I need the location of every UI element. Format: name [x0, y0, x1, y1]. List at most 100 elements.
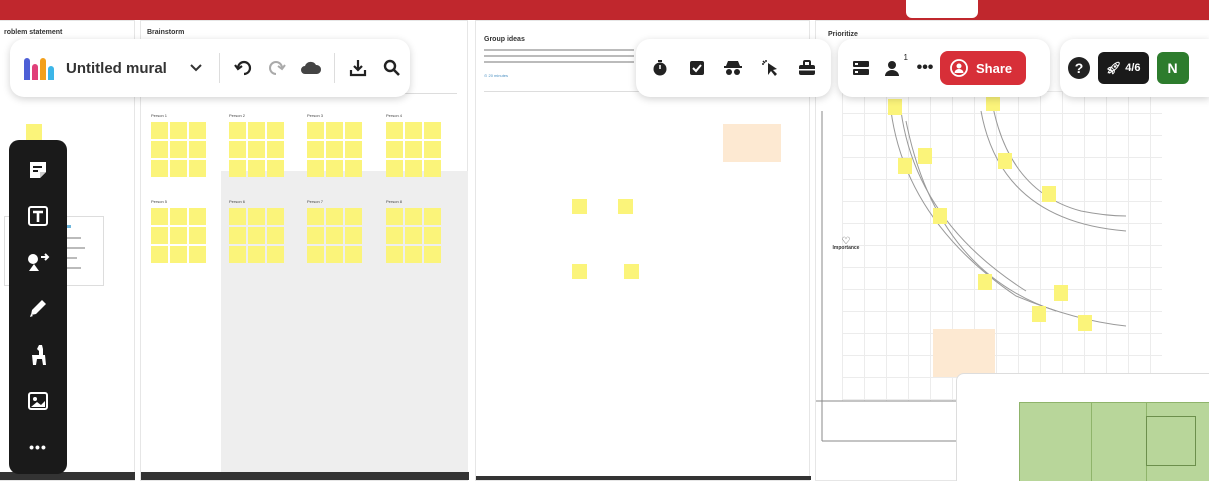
sticky-note[interactable]: [229, 122, 246, 139]
sticky-note[interactable]: [386, 227, 403, 244]
sticky-note[interactable]: [345, 141, 362, 158]
sticky-note[interactable]: [151, 122, 168, 139]
sticky-note[interactable]: [424, 227, 441, 244]
sticky-note[interactable]: [229, 246, 246, 263]
sticky-note[interactable]: [307, 246, 324, 263]
sticky-note[interactable]: [267, 227, 284, 244]
sticky-note[interactable]: [326, 227, 343, 244]
sticky-note[interactable]: [986, 95, 1000, 111]
sticky-note[interactable]: [933, 208, 947, 224]
sticky-note[interactable]: [1054, 285, 1068, 301]
sticky-note[interactable]: [424, 122, 441, 139]
sticky-note[interactable]: [386, 141, 403, 158]
chevron-down-icon[interactable]: [179, 51, 213, 85]
sticky-note[interactable]: [151, 246, 168, 263]
sticky-note[interactable]: [424, 160, 441, 177]
sticky-note[interactable]: [624, 264, 639, 279]
sticky-note[interactable]: [229, 160, 246, 177]
sticky-note[interactable]: [267, 141, 284, 158]
sticky-note[interactable]: [405, 141, 422, 158]
top-banner-tab[interactable]: [906, 0, 978, 18]
user-avatar[interactable]: N: [1156, 52, 1189, 84]
undo-icon[interactable]: [226, 51, 260, 85]
redo-icon[interactable]: [260, 51, 294, 85]
sticky-note[interactable]: [151, 208, 168, 225]
sticky-note[interactable]: [189, 227, 206, 244]
export-icon[interactable]: [341, 51, 375, 85]
sticky-note[interactable]: [151, 227, 168, 244]
sticky-note[interactable]: [267, 208, 284, 225]
sticky-note[interactable]: [898, 158, 912, 174]
more-tools-icon[interactable]: •••: [18, 428, 58, 467]
sticky-note[interactable]: [326, 122, 343, 139]
sticky-note[interactable]: [345, 208, 362, 225]
sticky-note[interactable]: [345, 227, 362, 244]
sticky-note[interactable]: [424, 208, 441, 225]
sticky-note[interactable]: [189, 208, 206, 225]
onboarding-progress-button[interactable]: 🚀︎ 4/6: [1098, 52, 1149, 84]
templates-llama-icon[interactable]: [18, 335, 58, 374]
shapes-connectors-icon[interactable]: [18, 243, 58, 282]
sticky-note-icon[interactable]: [18, 150, 58, 189]
sticky-note[interactable]: [386, 246, 403, 263]
sticky-note[interactable]: [405, 246, 422, 263]
sticky-note[interactable]: [998, 153, 1012, 169]
collaborators-button[interactable]: 1: [876, 51, 910, 85]
sticky-note[interactable]: [307, 122, 324, 139]
sticky-note[interactable]: [170, 141, 187, 158]
sticky-note[interactable]: [267, 160, 284, 177]
sticky-note[interactable]: [189, 122, 206, 139]
sticky-note[interactable]: [170, 160, 187, 177]
sticky-note[interactable]: [170, 208, 187, 225]
sticky-note[interactable]: [326, 141, 343, 158]
sticky-note[interactable]: [307, 160, 324, 177]
sticky-note[interactable]: [189, 160, 206, 177]
sticky-note[interactable]: [170, 227, 187, 244]
sticky-note[interactable]: [26, 124, 42, 140]
sticky-note[interactable]: [978, 274, 992, 290]
sticky-note[interactable]: [345, 160, 362, 177]
sticky-note[interactable]: [345, 246, 362, 263]
sticky-note[interactable]: [424, 246, 441, 263]
sticky-note[interactable]: [151, 141, 168, 158]
summon-icon[interactable]: [753, 51, 787, 85]
mural-canvas[interactable]: roblem statement Brainstorm Person 1 Per…: [0, 20, 1209, 481]
sticky-note[interactable]: [229, 141, 246, 158]
sticky-note[interactable]: [405, 208, 422, 225]
sticky-note[interactable]: [326, 208, 343, 225]
sticky-note[interactable]: [386, 208, 403, 225]
timer-link[interactable]: ⊙ 20 minutes: [484, 73, 508, 78]
sticky-note[interactable]: [189, 246, 206, 263]
share-button[interactable]: Share: [940, 51, 1027, 85]
sticky-note[interactable]: [170, 246, 187, 263]
private-mode-icon[interactable]: [716, 51, 750, 85]
sticky-note[interactable]: [248, 227, 265, 244]
sticky-note[interactable]: [307, 227, 324, 244]
sticky-note[interactable]: [248, 208, 265, 225]
sticky-note[interactable]: [267, 122, 284, 139]
help-icon[interactable]: ?: [1068, 57, 1090, 79]
sticky-note[interactable]: [307, 208, 324, 225]
sticky-note[interactable]: [248, 246, 265, 263]
checklist-icon[interactable]: [680, 51, 714, 85]
search-icon[interactable]: [375, 51, 409, 85]
image-icon[interactable]: [18, 381, 58, 420]
more-options-icon[interactable]: •••: [910, 51, 940, 85]
sticky-note[interactable]: [229, 227, 246, 244]
outline-icon[interactable]: [790, 51, 824, 85]
cloud-sync-icon[interactable]: [294, 51, 328, 85]
sticky-note[interactable]: [151, 160, 168, 177]
sticky-note[interactable]: [248, 141, 265, 158]
draw-pencil-icon[interactable]: [18, 289, 58, 328]
sticky-note[interactable]: [1078, 315, 1092, 331]
sticky-note[interactable]: [918, 148, 932, 164]
sticky-note[interactable]: [248, 160, 265, 177]
timer-icon[interactable]: [643, 51, 677, 85]
sticky-note[interactable]: [170, 122, 187, 139]
selected-frame[interactable]: [1146, 416, 1196, 466]
text-icon[interactable]: [18, 196, 58, 235]
sticky-note[interactable]: [386, 122, 403, 139]
sticky-note[interactable]: [572, 199, 587, 214]
sticky-note[interactable]: [405, 122, 422, 139]
mural-logo-icon[interactable]: [24, 56, 54, 80]
